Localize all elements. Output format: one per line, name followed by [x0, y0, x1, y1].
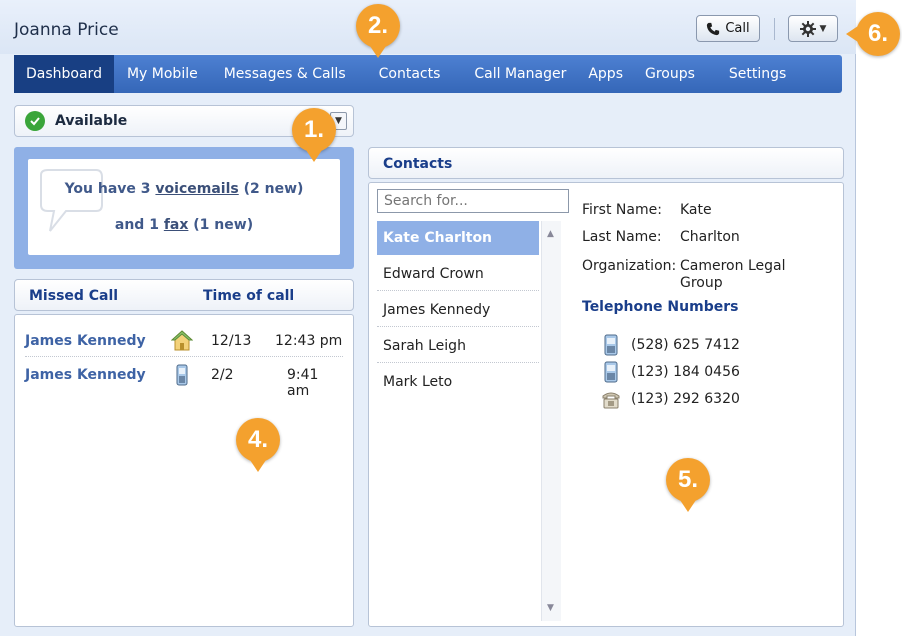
fax-link[interactable]: fax: [164, 217, 189, 233]
last-name-value: Charlton: [680, 229, 740, 245]
organization-value: Cameron Legal: [680, 258, 786, 274]
organization-label: Organization:: [582, 258, 677, 274]
phone-number: (123) 292 6320: [631, 391, 740, 407]
tab-contacts[interactable]: Contacts: [359, 55, 461, 93]
contacts-search-input[interactable]: [377, 189, 569, 213]
contacts-panel: Kate Charlton Edward Crown James Kennedy…: [368, 182, 844, 627]
tab-my-mobile[interactable]: My Mobile: [114, 55, 211, 93]
header-separator: [774, 18, 775, 40]
fax-summary: and 1 fax (1 new): [28, 217, 340, 233]
mobile-phone-icon: [604, 361, 618, 383]
call-time: 9:41 am: [287, 367, 319, 399]
mobile-phone-icon: [604, 334, 618, 356]
last-name-label: Last Name:: [582, 229, 662, 245]
list-item[interactable]: Mark Leto: [377, 365, 539, 399]
voicemail-prefix: You have 3: [64, 181, 156, 197]
available-check-icon: [25, 111, 45, 131]
missed-calls-header: Missed Call Time of call: [14, 279, 354, 311]
fax-prefix: and 1: [114, 217, 164, 233]
mobile-phone-icon: [176, 364, 188, 386]
table-row[interactable]: James Kennedy 12/13 12:43 pm: [25, 327, 343, 357]
tab-settings[interactable]: Settings: [715, 55, 800, 93]
call-button-label: Call: [725, 21, 750, 36]
main-nav: Dashboard My Mobile Messages & Calls Con…: [14, 55, 842, 93]
scroll-down-icon[interactable]: ▼: [547, 603, 554, 613]
scroll-up-icon[interactable]: ▲: [547, 229, 554, 239]
call-date: 2/2: [211, 367, 234, 383]
phone-row[interactable]: (123) 292 6320: [601, 387, 740, 411]
desk-phone-icon: [602, 392, 620, 409]
tab-call-manager[interactable]: Call Manager: [460, 55, 580, 93]
call-time: 12:43 pm: [275, 333, 343, 349]
contacts-scrollbar[interactable]: ▲ ▼: [541, 221, 561, 621]
phone-icon: [707, 22, 720, 35]
call-date: 12/13: [211, 333, 252, 349]
phone-row[interactable]: (123) 184 0456: [601, 360, 740, 384]
first-name-value: Kate: [680, 202, 712, 218]
contacts-panel-header: Contacts: [368, 147, 844, 179]
messages-summary-card: You have 3 voicemails (2 new) and 1 fax …: [14, 147, 354, 269]
voicemails-link[interactable]: voicemails: [155, 181, 238, 197]
time-of-call-column[interactable]: Time of call: [203, 288, 294, 304]
gear-icon: [799, 20, 816, 37]
voicemail-suffix: (2 new): [238, 181, 304, 197]
callout-marker-2: 2.: [356, 4, 400, 58]
caller-name[interactable]: James Kennedy: [25, 367, 146, 383]
phone-number: (528) 625 7412: [631, 337, 740, 353]
user-name: Joanna Price: [14, 20, 119, 40]
organization-value-line2: Group: [680, 275, 723, 291]
voicemail-summary: You have 3 voicemails (2 new): [28, 181, 340, 197]
list-item[interactable]: James Kennedy: [377, 293, 539, 327]
missed-call-column[interactable]: Missed Call: [29, 288, 118, 304]
tab-dashboard[interactable]: Dashboard: [14, 55, 114, 93]
home-phone-icon: [171, 330, 193, 351]
presence-status: Available: [55, 113, 128, 129]
table-row[interactable]: James Kennedy 2/2 9:41 am: [25, 361, 343, 399]
fax-suffix: (1 new): [188, 217, 254, 233]
phone-number: (123) 184 0456: [631, 364, 740, 380]
tab-apps[interactable]: Apps: [580, 55, 631, 93]
phone-row[interactable]: (528) 625 7412: [601, 333, 740, 357]
header-bar: Joanna Price Call ▼: [0, 0, 856, 54]
telephone-numbers-title: Telephone Numbers: [582, 299, 739, 315]
callout-marker-6: 6.: [846, 12, 900, 56]
missed-calls-list: James Kennedy 12/13 12:43 pm James Kenne…: [14, 314, 354, 627]
call-button[interactable]: Call: [696, 15, 760, 42]
list-item[interactable]: Edward Crown: [377, 257, 539, 291]
callout-marker-1: 1.: [292, 108, 336, 162]
first-name-label: First Name:: [582, 202, 662, 218]
messages-summary-body: You have 3 voicemails (2 new) and 1 fax …: [28, 159, 340, 255]
contacts-list: Kate Charlton Edward Crown James Kennedy…: [377, 221, 539, 621]
chevron-down-icon: ▼: [819, 23, 827, 34]
list-item[interactable]: Sarah Leigh: [377, 329, 539, 363]
list-item[interactable]: Kate Charlton: [377, 221, 539, 255]
caller-name[interactable]: James Kennedy: [25, 333, 146, 349]
settings-menu-button[interactable]: ▼: [788, 15, 838, 42]
contacts-title: Contacts: [383, 156, 453, 172]
callout-marker-5: 5.: [666, 458, 710, 512]
tab-groups[interactable]: Groups: [631, 55, 709, 93]
app-window: Joanna Price Call ▼ Dashboard My Mobile …: [0, 0, 856, 636]
tab-messages-calls[interactable]: Messages & Calls: [211, 55, 359, 93]
callout-marker-4: 4.: [236, 418, 280, 472]
